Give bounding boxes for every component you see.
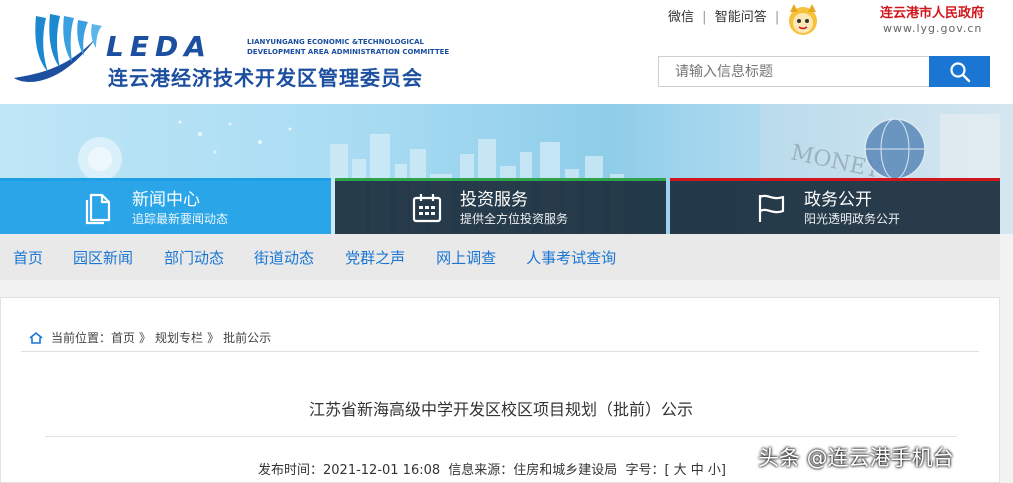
service-title: 投资服务 xyxy=(460,189,528,210)
service-investment-text: 投资服务 提供全方位投资服务 xyxy=(460,189,568,227)
service-gov-affairs-text: 政务公开 阳光透明政务公开 xyxy=(804,189,900,227)
page: LEDA LIANYUNGANG ECONOMIC &TECHNOLOGICAL… xyxy=(0,0,1013,483)
nav-item-online-survey[interactable]: 网上调查 xyxy=(418,247,509,268)
breadcrumb-planning[interactable]: 规划专栏 xyxy=(155,329,203,346)
city-gov-url[interactable]: www.lyg.gov.cn xyxy=(883,22,982,35)
breadcrumb-separator: 》 xyxy=(139,331,152,345)
service-news-center[interactable]: 新闻中心 追踪最新要闻动态 xyxy=(0,178,331,234)
smart-qa-link[interactable]: 智能问答 xyxy=(715,6,767,25)
watermark: 头条 @连云港手机台 xyxy=(758,446,954,470)
service-subtitle: 提供全方位投资服务 xyxy=(460,211,569,226)
info-source: 信息来源：住房和城乡建设局 xyxy=(448,463,618,478)
service-gov-affairs[interactable]: 政务公开 阳光透明政务公开 xyxy=(670,178,1000,234)
breadcrumb-separator: 》 xyxy=(207,331,220,345)
service-subtitle: 追踪最新要闻动态 xyxy=(132,211,229,226)
article-title: 江苏省新海高级中学开发区校区项目规划（批前）公示 xyxy=(308,400,693,419)
publish-time: 发布时间：2021-12-01 16:08 xyxy=(258,463,441,478)
search-icon xyxy=(949,61,970,82)
wechat-link[interactable]: 微信 xyxy=(668,6,694,25)
nav-item-exam-query[interactable]: 人事考试查询 xyxy=(509,247,629,268)
nav-item-department-updates[interactable]: 部门动态 xyxy=(146,247,237,268)
mascot-icon[interactable] xyxy=(778,2,828,36)
breadcrumb-prefix: 当前位置： xyxy=(51,331,112,345)
main-nav: 首页 园区新闻 部门动态 街道动态 党群之声 网上调查 人事考试查询 xyxy=(0,234,1000,280)
breadcrumb-current[interactable]: 批前公示 xyxy=(223,329,271,346)
home-icon xyxy=(29,331,43,344)
nav-item-party-voice[interactable]: 党群之声 xyxy=(327,247,418,268)
english-org-name-line2: DEVELOPMENT AREA ADMINISTRATION COMMITTE… xyxy=(247,48,450,56)
nav-item-home[interactable]: 首页 xyxy=(0,247,56,268)
service-title: 新闻中心 xyxy=(132,189,200,210)
calendar-icon xyxy=(412,193,442,222)
search-box xyxy=(658,56,930,87)
english-org-name: LIANYUNGANG ECONOMIC &TECHNOLOGICAL DEVE… xyxy=(247,37,467,57)
header: LEDA LIANYUNGANG ECONOMIC &TECHNOLOGICAL… xyxy=(0,0,1013,104)
nav-item-park-news[interactable]: 园区新闻 xyxy=(56,247,146,268)
service-investment[interactable]: 投资服务 提供全方位投资服务 xyxy=(335,178,666,234)
title-divider xyxy=(45,436,957,437)
leda-logo-icon[interactable] xyxy=(6,8,106,88)
breadcrumb-home[interactable]: 首页 xyxy=(111,329,135,346)
service-news-center-text: 新闻中心 追踪最新要闻动态 xyxy=(132,189,228,227)
document-icon xyxy=(85,193,111,224)
nav-item-street-updates[interactable]: 街道动态 xyxy=(237,247,327,268)
article-meta: 发布时间：2021-12-01 16:08 信息来源：住房和城乡建设局 字号：[… xyxy=(258,459,730,478)
search-button[interactable] xyxy=(929,56,990,87)
chinese-org-name: 连云港经济技术开发区管理委员会 xyxy=(108,66,423,90)
service-subtitle: 阳光透明政务公开 xyxy=(804,211,901,226)
service-title: 政务公开 xyxy=(804,189,872,210)
city-gov-title[interactable]: 连云港市人民政府 xyxy=(880,2,984,21)
font-size-control[interactable]: 字号：[ 大 中 小] xyxy=(625,463,726,478)
top-links: 微信 | 智能问答 | xyxy=(668,6,783,25)
logo-wordmark: LEDA xyxy=(106,30,212,63)
link-separator: | xyxy=(702,10,707,25)
english-org-name-line1: LIANYUNGANG ECONOMIC &TECHNOLOGICAL xyxy=(247,38,424,46)
flag-icon xyxy=(758,194,785,222)
search-input[interactable] xyxy=(659,57,929,86)
breadcrumb: 当前位置： 首页 》 规划专栏 》 批前公示 xyxy=(21,324,979,352)
